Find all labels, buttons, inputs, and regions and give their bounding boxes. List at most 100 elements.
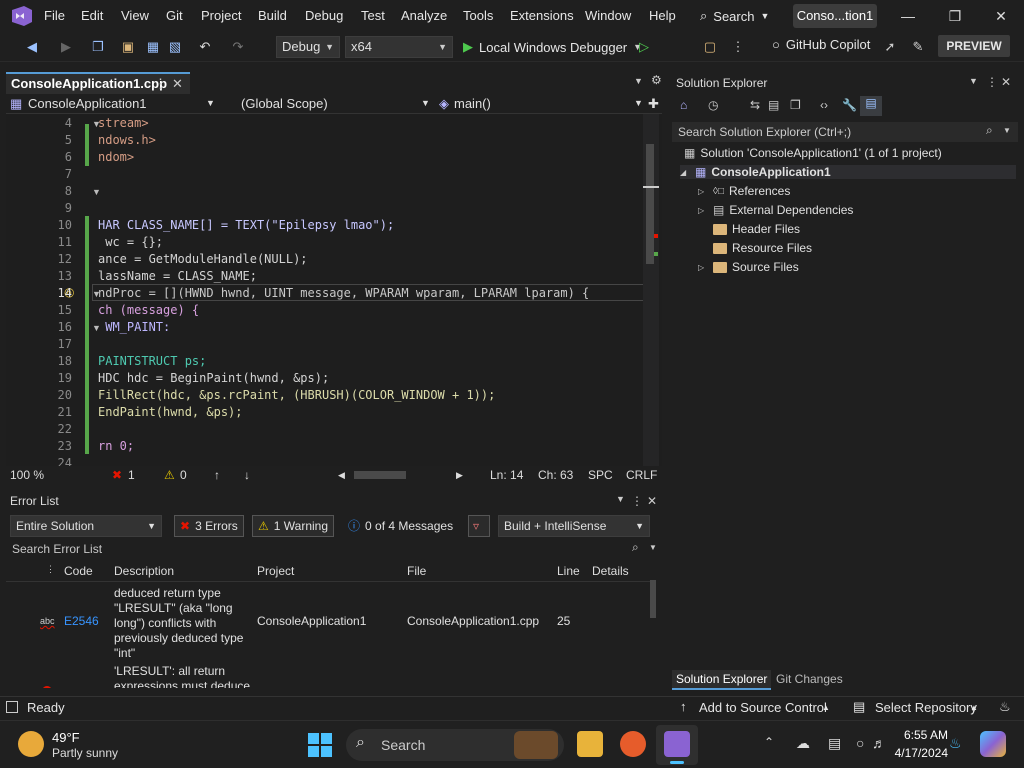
add-to-source-control-button[interactable]: Add to Source Control [699,700,827,715]
arrow-down-icon[interactable]: ↓ [244,468,250,482]
share-icon[interactable]: ➚ [882,39,898,55]
table-row[interactable]: 'LRESULT': all return expressions must d… [6,662,651,688]
column-indicator[interactable]: Ch: 63 [538,468,573,482]
menu-extensions[interactable]: Extensions [510,8,574,23]
chevron-up-icon[interactable]: ▲ [822,703,830,712]
display-icon[interactable]: ▤ [828,735,841,752]
notification-bell-icon[interactable]: ♨ [949,735,962,752]
minimize-icon[interactable]: — [898,6,918,26]
build-filter-select[interactable]: Build + IntelliSense ▼ [498,515,650,537]
save-all-icon[interactable]: ▧ [167,39,183,55]
chevron-down-icon[interactable]: ▼ [616,494,625,504]
menu-tools[interactable]: Tools [463,8,493,23]
menu-git[interactable]: Git [166,8,183,23]
menu-test[interactable]: Test [361,8,385,23]
menu-project[interactable]: Project [201,8,241,23]
project-node[interactable]: ◢ ▦ ConsoleApplication1 [680,165,1016,179]
github-copilot-button[interactable]: ○ GitHub Copilot [772,37,870,52]
arrow-up-icon[interactable]: ↑ [214,468,220,482]
cloud-offline-icon[interactable]: ☁ [796,735,810,752]
expand-arrow-icon[interactable]: ▷ [698,263,708,272]
column-header-details[interactable]: Details [592,564,629,578]
start-without-debugging-icon[interactable]: ▷ [636,39,652,55]
windows-start-icon[interactable] [308,733,332,757]
menu-build[interactable]: Build [258,8,287,23]
notifications-bell-icon[interactable]: ♨ [999,699,1011,715]
feedback-icon[interactable]: ✎ [910,39,926,55]
firefox-icon[interactable] [620,731,646,757]
pin-icon[interactable]: ⋮ [631,494,643,508]
back-icon[interactable]: ◀ [24,39,40,55]
restore-icon[interactable]: ❐ [945,6,965,26]
network-icon[interactable]: ○ [856,735,864,751]
column-menu-icon[interactable]: ⋮ [46,564,55,575]
start-debugging-button[interactable]: ▶ Local Windows Debugger ▼ [463,37,642,57]
close-icon[interactable]: ✕ [991,6,1011,26]
save-icon[interactable]: ▦ [145,39,161,55]
menu-window[interactable]: Window [585,8,631,23]
tree-node-header-files[interactable]: Header Files [698,222,800,236]
scrollbar-thumb[interactable] [646,144,654,264]
show-all-files-icon[interactable]: ❐ [790,98,801,112]
line-indicator[interactable]: Ln: 14 [490,468,523,482]
tree-node-source-files[interactable]: ▷ Source Files [698,260,799,274]
visual-studio-taskbar-button[interactable] [656,725,698,765]
tab-git-changes[interactable]: Git Changes [776,672,843,686]
table-row[interactable]: abc E2546 deduced return type "LRESULT" … [6,584,651,660]
forward-icon[interactable]: ▶ [58,39,74,55]
close-icon[interactable]: ✕ [647,494,657,508]
filter-icon[interactable]: ▿ [468,515,490,537]
chevron-up-icon[interactable]: ▲ [970,703,978,712]
scroll-right-icon[interactable]: ▶ [456,470,463,481]
pin-icon[interactable]: ⋮ [154,74,167,93]
nav-scope-select[interactable]: (Global Scope) [241,96,328,111]
scroll-left-icon[interactable]: ◀ [338,470,345,481]
breakpoints-icon[interactable]: ⋮ [730,39,746,55]
menu-file[interactable]: File [44,8,65,23]
split-editor-icon[interactable]: ✚ [648,96,659,112]
chevron-down-icon[interactable]: ▼ [969,76,978,86]
clock-date[interactable]: 4/17/2024 [880,746,948,760]
menu-edit[interactable]: Edit [81,8,103,23]
clock-time[interactable]: 6:55 AM [888,728,948,742]
errors-filter-button[interactable]: ✖ 3 Errors [174,515,244,537]
error-list-scrollbar[interactable] [650,562,656,688]
menu-help[interactable]: Help [649,8,676,23]
undo-icon[interactable]: ↶ [197,39,213,55]
menu-debug[interactable]: Debug [305,8,343,23]
error-code-link[interactable]: E2546 [64,614,99,628]
horizontal-scrollbar-thumb[interactable] [354,471,406,479]
new-project-icon[interactable]: ❐ [90,39,106,55]
line-ending-indicator[interactable]: CRLF [626,468,657,482]
tab-consoleapplication1-cpp[interactable]: ConsoleApplication1.cpp ⋮ ✕ [6,72,190,94]
sync-icon[interactable]: ⇆ [750,98,760,112]
column-header-line[interactable]: Line [557,564,580,578]
menu-analyze[interactable]: Analyze [401,8,447,23]
zoom-level[interactable]: 100 % [10,468,44,482]
code-view-icon[interactable]: ‹› [820,98,828,112]
home-icon[interactable]: ⌂ [680,98,687,112]
scope-select[interactable]: Entire Solution ▼ [10,515,162,537]
pin-icon[interactable]: ⋮ [986,75,998,89]
solution-node[interactable]: ▦ Solution 'ConsoleApplication1' (1 of 1… [684,146,942,160]
redo-icon[interactable]: ↷ [230,39,246,55]
close-icon[interactable]: ✕ [1001,75,1011,89]
warnings-filter-button[interactable]: ⚠ 1 Warning [252,515,335,537]
messages-filter-button[interactable]: ⓘ 0 of 4 Messages [342,515,459,537]
weather-description[interactable]: Partly sunny [52,746,118,760]
tree-node-references[interactable]: ▷ ◊□ References [698,184,790,198]
preview-badge[interactable]: PREVIEW [938,35,1010,57]
menu-view[interactable]: View [121,8,149,23]
preview-selected-icon[interactable]: ▤ [860,96,882,116]
platform-select[interactable]: x64 ▼ [345,36,453,58]
copilot-taskbar-icon[interactable] [980,731,1006,757]
collapse-all-icon[interactable]: ▤ [768,98,779,112]
solution-folder-icon[interactable]: ▢ [702,39,718,55]
fold-collapse-icon[interactable]: ▼ [92,187,101,197]
chevron-up-icon[interactable]: ⌃ [764,735,774,749]
weather-temperature[interactable]: 49°F [52,730,80,745]
nav-function-select[interactable]: main() [454,96,491,111]
column-header-description[interactable]: Description [114,564,174,578]
select-repository-button[interactable]: Select Repository [875,700,977,715]
column-header-file[interactable]: File [407,564,426,578]
